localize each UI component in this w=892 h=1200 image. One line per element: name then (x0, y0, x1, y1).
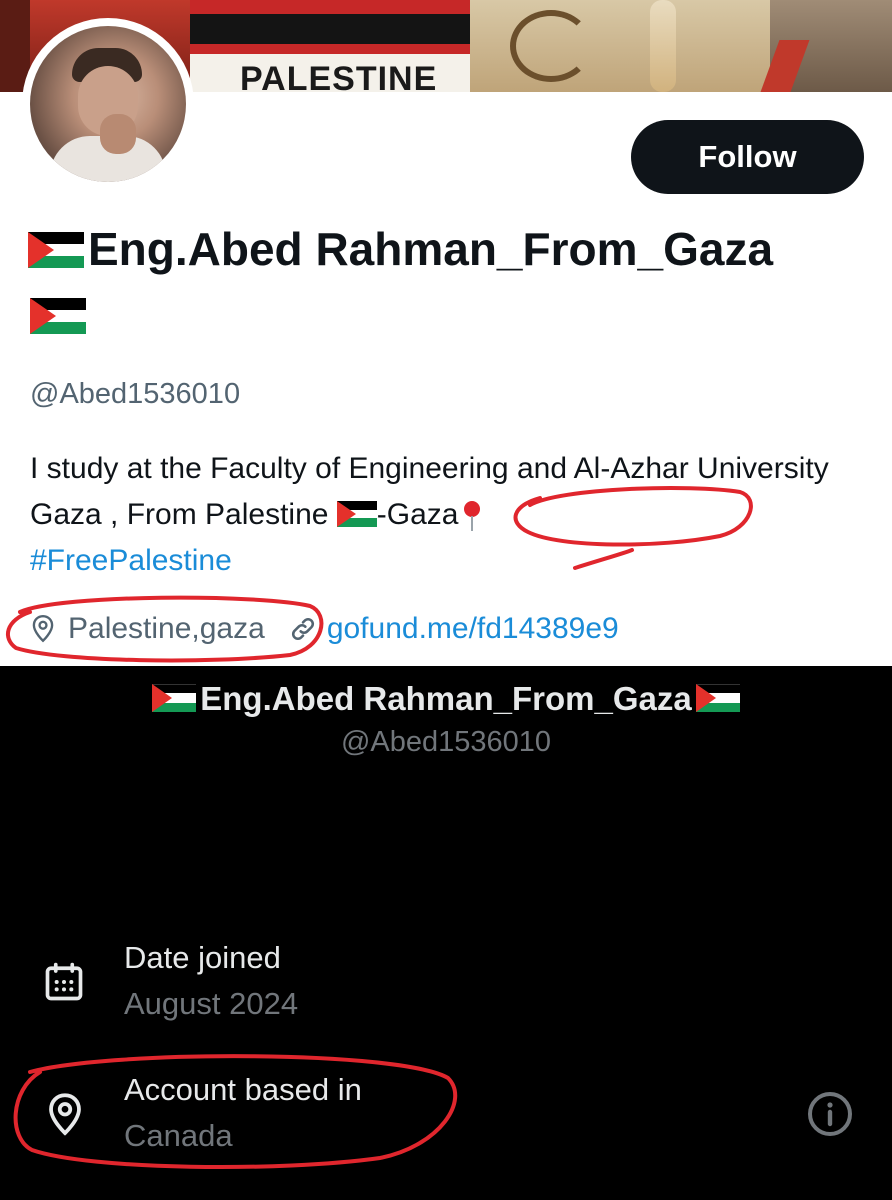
about-account-panel: Eng.Abed Rahman_From_Gaza @Abed1536010 D… (0, 666, 892, 1200)
location-pin-icon (44, 1092, 86, 1143)
palestine-flag-icon (152, 684, 197, 713)
display-name-text: Eng.Abed Rahman_From_Gaza (88, 223, 774, 275)
palestine-flag-icon (695, 684, 740, 713)
location-pin-icon (30, 614, 56, 644)
pushpin-icon (461, 499, 483, 533)
info-icon[interactable] (806, 1090, 854, 1143)
display-name-flag-line (30, 298, 86, 334)
profile-panel: PALESTINE Follow Eng.Abed Rahman_From_Ga… (0, 0, 892, 666)
avatar[interactable] (30, 26, 186, 182)
link-icon (289, 615, 317, 643)
profile-website-link[interactable]: gofund.me/fd14389e9 (327, 612, 619, 646)
banner-palestine-text: PALESTINE (240, 60, 438, 92)
bio-text-gaza: -Gaza (376, 498, 459, 531)
about-display-name: Eng.Abed Rahman_From_Gaza (0, 680, 892, 718)
display-name: Eng.Abed Rahman_From_Gaza (28, 222, 773, 276)
about-handle: @Abed1536010 (340, 726, 552, 758)
account-based-in-value: Canada (124, 1118, 233, 1153)
palestine-flag-icon (336, 501, 377, 528)
date-joined-label: Date joined (124, 940, 281, 975)
account-based-in-label: Account based in (124, 1072, 362, 1107)
profile-handle: @Abed1536010 (30, 378, 241, 410)
about-display-name-text: Eng.Abed Rahman_From_Gaza (200, 680, 692, 717)
palestine-flag-icon (30, 298, 86, 334)
follow-button[interactable]: Follow (631, 120, 864, 194)
palestine-flag-icon (28, 231, 84, 268)
profile-location: Palestine,gaza (68, 612, 265, 645)
hashtag-link[interactable]: #FreePalestine (30, 544, 232, 577)
profile-meta-row: Palestine,gaza gofund.me/fd14389e9 (30, 612, 619, 646)
date-joined-value: August 2024 (124, 986, 299, 1021)
profile-bio: I study at the Faculty of Engineering an… (30, 446, 870, 584)
calendar-icon (42, 960, 86, 1009)
